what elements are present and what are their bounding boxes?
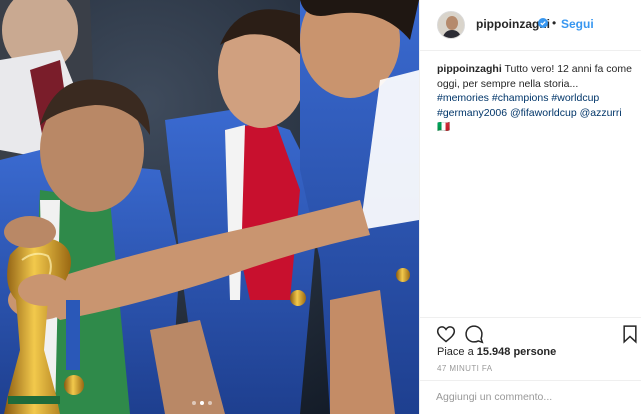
carousel-indicator — [192, 401, 212, 405]
bookmark-outline-icon[interactable] — [620, 324, 640, 344]
avatar[interactable] — [437, 11, 465, 39]
carousel-dot — [192, 401, 196, 405]
comment-bubble-icon[interactable] — [464, 324, 484, 344]
post-timestamp[interactable]: 47 MINUTI FA — [437, 364, 492, 373]
action-bar — [420, 317, 641, 348]
comment-bar — [420, 380, 641, 415]
post-header: pippoinzaghi • Segui — [420, 0, 641, 51]
post-photo[interactable] — [0, 0, 419, 414]
likes-suffix: persone — [510, 346, 557, 358]
comment-input[interactable] — [436, 391, 626, 403]
likes-number: 15.948 — [476, 346, 511, 358]
likes-count[interactable]: Piace a 15.948 persone — [437, 346, 556, 358]
post-sidebar: pippoinzaghi • Segui pippoinzaghi Tutto … — [419, 0, 641, 414]
avatar-image — [438, 12, 464, 38]
italy-flag-emoji: 🇮🇹 — [437, 121, 451, 133]
verified-badge-icon — [538, 18, 548, 28]
hashtag-link[interactable]: #worldcup — [551, 92, 599, 104]
photo-world-cup-celebration — [0, 0, 419, 414]
mention-link[interactable]: @fifaworldcup — [510, 107, 577, 119]
carousel-dot — [208, 401, 212, 405]
carousel-dot-active — [200, 401, 204, 405]
hashtag-link[interactable]: #champions — [492, 92, 549, 104]
instagram-post: pippoinzaghi • Segui pippoinzaghi Tutto … — [0, 0, 641, 414]
mention-link[interactable]: @azzurri — [580, 107, 622, 119]
post-caption: pippoinzaghi Tutto vero! 12 anni fa come… — [437, 62, 633, 135]
hashtag-link[interactable]: #germany2006 — [437, 107, 507, 119]
header-separator: • — [552, 16, 557, 30]
follow-button[interactable]: Segui — [561, 17, 594, 31]
likes-prefix: Piace a — [437, 346, 477, 358]
caption-username[interactable]: pippoinzaghi — [437, 63, 502, 75]
hashtag-link[interactable]: #memories — [437, 92, 489, 104]
heart-outline-icon[interactable] — [436, 324, 456, 344]
